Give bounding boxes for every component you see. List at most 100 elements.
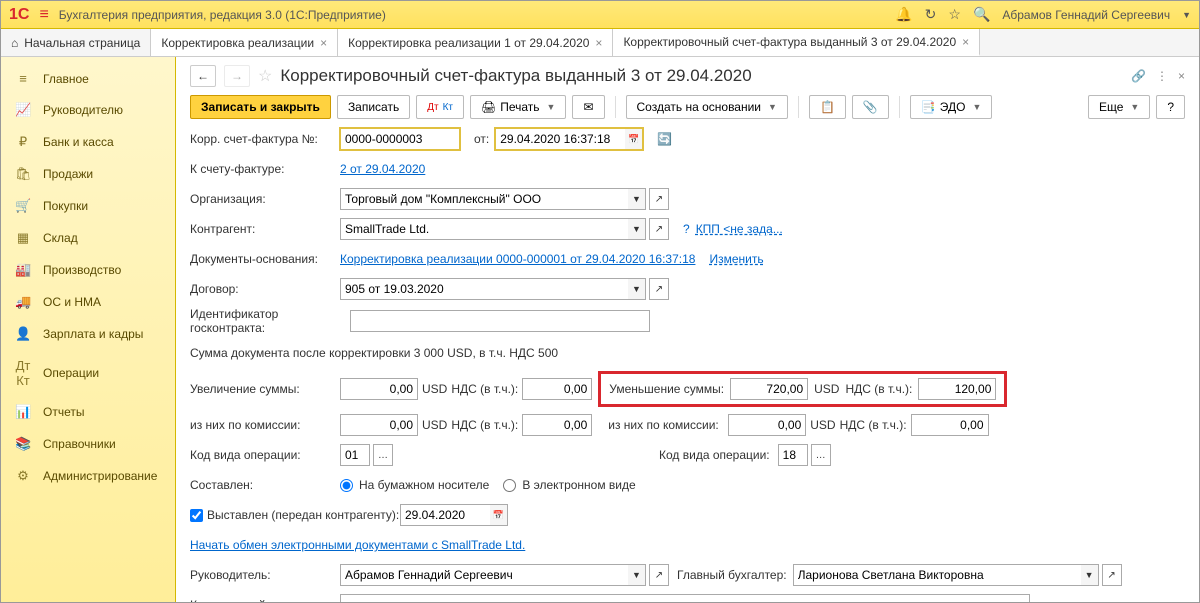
- comment-input[interactable]: [340, 594, 1030, 602]
- sidebar-item[interactable]: 🛍Продажи: [1, 158, 175, 190]
- to-invoice-link[interactable]: 2 от 29.04.2020: [340, 162, 425, 176]
- calendar-icon[interactable]: 📅: [625, 128, 643, 150]
- open-button[interactable]: ↗: [649, 564, 669, 586]
- sidebar-item[interactable]: 📊Отчеты: [1, 396, 175, 428]
- star-icon[interactable]: ☆: [948, 6, 961, 23]
- dropdown-icon[interactable]: ▼: [628, 564, 646, 586]
- sidebar-item[interactable]: ₽Банк и касса: [1, 126, 175, 158]
- edo-start-link[interactable]: Начать обмен электронными документами с …: [190, 538, 525, 552]
- sidebar-item[interactable]: Дт КтОперации: [1, 350, 175, 396]
- user-name[interactable]: Абрамов Геннадий Сергеевич: [1002, 8, 1170, 22]
- date-input[interactable]: [495, 128, 625, 150]
- link-icon[interactable]: 🔗: [1131, 69, 1146, 83]
- attach-button[interactable]: 📎: [852, 95, 889, 119]
- electronic-radio[interactable]: [503, 479, 516, 492]
- select-button[interactable]: …: [373, 444, 393, 466]
- user-dropdown-icon[interactable]: ▼: [1182, 10, 1191, 20]
- more-button[interactable]: Еще▼: [1088, 95, 1150, 119]
- tab-3[interactable]: Корректировочный счет-фактура выданный 3…: [613, 29, 980, 56]
- print-button[interactable]: 🖨 Печать▼: [470, 95, 566, 119]
- sidebar-item[interactable]: ⚙Администрирование: [1, 460, 175, 492]
- more-menu-icon[interactable]: ⋮: [1156, 69, 1168, 83]
- commission-amount-l-input[interactable]: [340, 414, 418, 436]
- decrease-amount-input[interactable]: [730, 378, 808, 400]
- create-based-button[interactable]: Создать на основании▼: [626, 95, 788, 119]
- sidebar-label: Операции: [43, 366, 99, 380]
- search-icon[interactable]: 🔍: [973, 6, 990, 23]
- sidebar-icon: 🛒: [15, 198, 31, 214]
- help-button[interactable]: ?: [1156, 95, 1185, 119]
- commission-amount-r-input[interactable]: [728, 414, 806, 436]
- favorite-icon[interactable]: ☆: [258, 66, 272, 86]
- home-icon: ⌂: [11, 36, 18, 50]
- commission-vat-r-input[interactable]: [911, 414, 989, 436]
- op-code-left-input[interactable]: [340, 444, 370, 466]
- calendar-icon[interactable]: 📅: [490, 504, 508, 526]
- help-icon[interactable]: ?: [683, 222, 690, 236]
- op-code-right-input[interactable]: [778, 444, 808, 466]
- dropdown-icon[interactable]: ▼: [1081, 564, 1099, 586]
- number-input[interactable]: [340, 128, 460, 150]
- sidebar-item[interactable]: 📚Справочники: [1, 428, 175, 460]
- gos-id-input[interactable]: [350, 310, 650, 332]
- tab-home-label: Начальная страница: [24, 36, 140, 50]
- refresh-icon[interactable]: 🔄: [657, 132, 672, 146]
- bell-icon[interactable]: 🔔: [895, 6, 912, 23]
- sidebar-item[interactable]: 🏭Производство: [1, 254, 175, 286]
- history-icon[interactable]: ↻: [925, 6, 937, 23]
- manager-input[interactable]: [340, 564, 628, 586]
- tab-1[interactable]: Корректировка реализации ×: [151, 29, 338, 56]
- commission-vat-l-input[interactable]: [522, 414, 592, 436]
- open-button[interactable]: ↗: [649, 188, 669, 210]
- edo-button[interactable]: 📑 ЭДО▼: [910, 95, 993, 119]
- dropdown-icon[interactable]: ▼: [628, 188, 646, 210]
- org-label: Организация:: [190, 192, 340, 206]
- open-button[interactable]: ↗: [1102, 564, 1122, 586]
- sidebar-icon: ≡: [15, 71, 31, 86]
- sidebar-label: Справочники: [43, 437, 116, 451]
- dropdown-icon[interactable]: ▼: [628, 218, 646, 240]
- back-button[interactable]: ←: [190, 65, 216, 87]
- content: ← → ☆ Корректировочный счет-фактура выда…: [176, 57, 1199, 602]
- contract-input[interactable]: [340, 278, 628, 300]
- issued-checkbox[interactable]: [190, 509, 203, 522]
- mail-button[interactable]: ✉: [572, 95, 604, 119]
- forward-button[interactable]: →: [224, 65, 250, 87]
- sidebar-item[interactable]: 👤Зарплата и кадры: [1, 318, 175, 350]
- paper-radio[interactable]: [340, 479, 353, 492]
- change-link[interactable]: Изменить: [709, 252, 763, 266]
- docs-base-link[interactable]: Корректировка реализации 0000-000001 от …: [340, 252, 695, 266]
- sidebar-item[interactable]: 🛒Покупки: [1, 190, 175, 222]
- sidebar-item[interactable]: ≡Главное: [1, 63, 175, 94]
- save-close-button[interactable]: Записать и закрыть: [190, 95, 331, 119]
- sidebar-item[interactable]: ▦Склад: [1, 222, 175, 254]
- issued-date-input[interactable]: [400, 504, 490, 526]
- accountant-input[interactable]: [793, 564, 1081, 586]
- dropdown-icon[interactable]: ▼: [628, 278, 646, 300]
- sidebar-item[interactable]: 📈Руководителю: [1, 94, 175, 126]
- increase-vat-input[interactable]: [522, 378, 592, 400]
- increase-amount-input[interactable]: [340, 378, 418, 400]
- counterparty-input[interactable]: [340, 218, 628, 240]
- register-button[interactable]: 📋: [809, 95, 846, 119]
- sidebar-item[interactable]: 🚚ОС и НМА: [1, 286, 175, 318]
- select-button[interactable]: …: [811, 444, 831, 466]
- close-icon[interactable]: ×: [595, 36, 602, 50]
- sidebar: ≡Главное📈Руководителю₽Банк и касса🛍Прода…: [1, 57, 176, 602]
- decrease-vat-input[interactable]: [918, 378, 996, 400]
- menu-icon[interactable]: ≡: [39, 6, 48, 24]
- close-icon[interactable]: ×: [962, 35, 969, 49]
- close-page-icon[interactable]: ×: [1178, 69, 1185, 83]
- kpp-link[interactable]: КПП <не зада...: [696, 222, 783, 236]
- tab-2[interactable]: Корректировка реализации 1 от 29.04.2020…: [338, 29, 613, 56]
- save-button[interactable]: Записать: [337, 95, 410, 119]
- open-button[interactable]: ↗: [649, 218, 669, 240]
- composed-label: Составлен:: [190, 478, 340, 492]
- dtkt-button[interactable]: ДтКт: [416, 95, 464, 119]
- open-button[interactable]: ↗: [649, 278, 669, 300]
- org-input[interactable]: [340, 188, 628, 210]
- close-icon[interactable]: ×: [320, 36, 327, 50]
- tab-home[interactable]: ⌂ Начальная страница: [1, 29, 151, 56]
- currency-label: USD: [814, 382, 839, 396]
- tab-2-label: Корректировка реализации 1 от 29.04.2020: [348, 36, 589, 50]
